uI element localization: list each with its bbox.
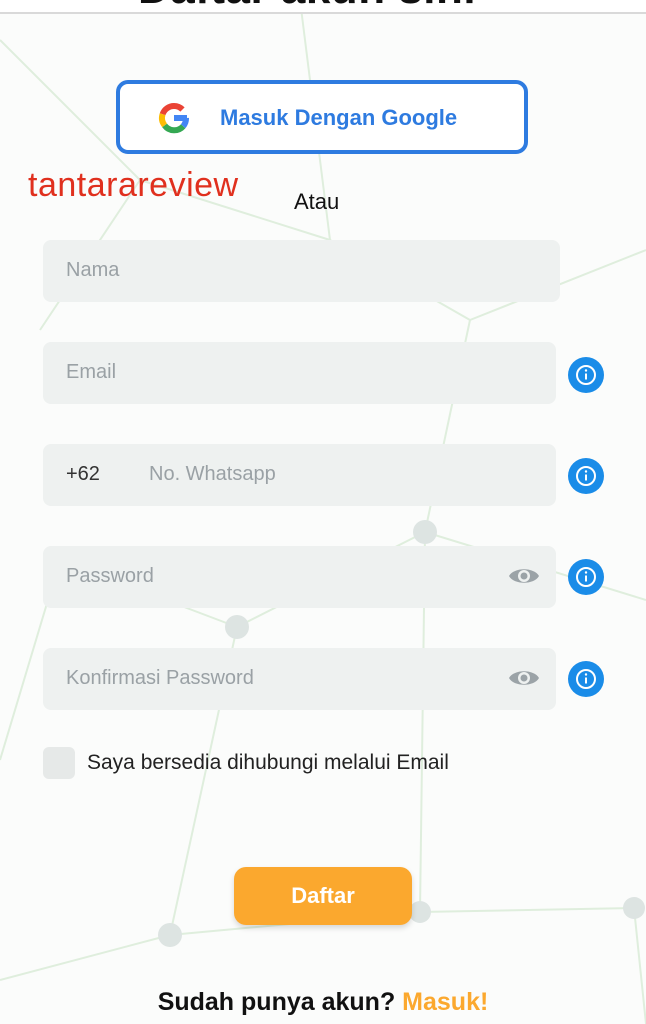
consent-label: Saya bersedia dihubungi melalui Email bbox=[87, 751, 449, 774]
country-code-prefix: +62 bbox=[66, 463, 100, 485]
whatsapp-info-icon[interactable] bbox=[568, 458, 604, 494]
eye-icon[interactable] bbox=[508, 565, 540, 587]
signin-prompt: Sudah punya akun? Masuk! bbox=[0, 988, 646, 1017]
password-info-icon[interactable] bbox=[568, 559, 604, 595]
email-info-icon[interactable] bbox=[568, 357, 604, 393]
name-field[interactable]: Nama bbox=[43, 240, 560, 302]
google-signin-label: Masuk Dengan Google bbox=[220, 105, 458, 130]
google-g-icon bbox=[159, 102, 189, 134]
password-field[interactable]: Password bbox=[43, 546, 556, 608]
whatsapp-placeholder: No. Whatsapp bbox=[149, 463, 276, 485]
name-placeholder: Nama bbox=[66, 259, 120, 281]
header-strip: Daftar akun sini bbox=[0, 0, 646, 14]
email-field[interactable]: Email bbox=[43, 342, 556, 404]
confirm-password-info-icon[interactable] bbox=[568, 661, 604, 697]
google-signin-button[interactable]: Masuk Dengan Google bbox=[116, 80, 528, 154]
signin-question: Sudah punya akun? bbox=[157, 988, 396, 1016]
consent-checkbox[interactable] bbox=[43, 747, 75, 779]
password-placeholder: Password bbox=[66, 565, 154, 587]
register-button[interactable]: Daftar bbox=[234, 867, 412, 925]
register-button-label: Daftar bbox=[291, 883, 355, 908]
divider-text: Atau bbox=[294, 189, 340, 214]
confirm-password-field[interactable]: Konfirmasi Password bbox=[43, 648, 556, 710]
email-placeholder: Email bbox=[66, 361, 117, 383]
watermark-text: tantarareview bbox=[28, 166, 239, 204]
eye-icon[interactable] bbox=[508, 667, 540, 689]
confirm-password-placeholder: Konfirmasi Password bbox=[66, 667, 254, 689]
whatsapp-field[interactable]: +62 No. Whatsapp bbox=[43, 444, 556, 506]
page-heading: Daftar akun sini bbox=[138, 0, 476, 12]
signin-link[interactable]: Masuk! bbox=[402, 988, 488, 1016]
